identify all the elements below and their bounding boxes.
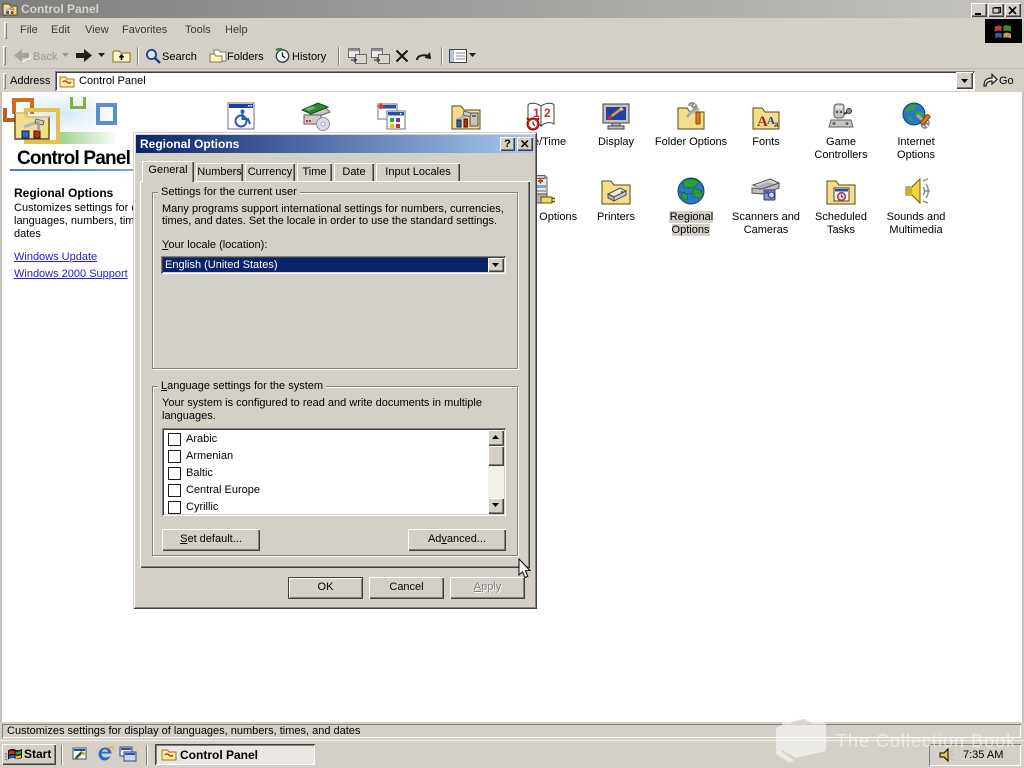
svg-text:2: 2: [544, 106, 551, 120]
svg-text:a: a: [774, 119, 779, 129]
